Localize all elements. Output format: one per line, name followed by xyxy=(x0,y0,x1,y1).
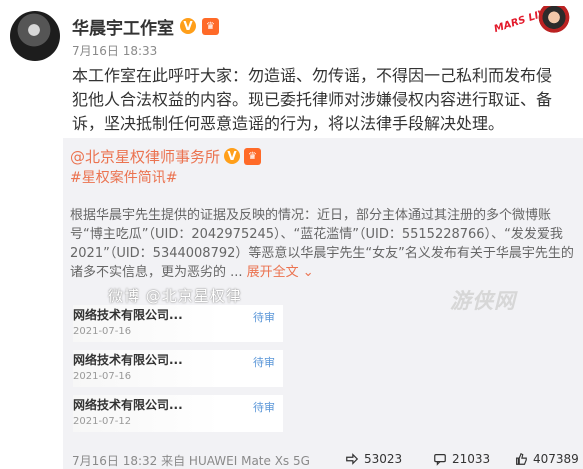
image-thumbnail-3[interactable]: 网络技术有限公司... 2021-07-12 待审 xyxy=(73,395,283,432)
repost-text: 根据华晨宇先生提供的证据及反映的情况：近日，部分主体通过其注册的多个微博账号“博… xyxy=(70,206,582,282)
forward-button[interactable]: 53023 xyxy=(345,452,402,466)
member-badge-icon: ♛ xyxy=(202,17,219,35)
weibo-watermark: 微博 @北京星权律 xyxy=(108,287,242,305)
comment-button[interactable]: 21033 xyxy=(433,452,490,466)
repost-body-text: 根据华晨宇先生提供的证据及反映的情况：近日，部分主体通过其注册的多个微博账号“博… xyxy=(70,208,574,280)
corner-logo: MARS LIVE xyxy=(493,6,573,48)
author-avatar[interactable] xyxy=(10,11,60,61)
post-time[interactable]: 7月16日 18:33 xyxy=(72,42,157,59)
verified-icon: V xyxy=(180,18,196,34)
author-name[interactable]: 华晨宇工作室 xyxy=(72,14,174,39)
like-button[interactable]: 407389 xyxy=(514,452,579,466)
thumbnail-date: 2021-07-12 xyxy=(73,416,132,427)
verified-icon: V xyxy=(224,148,241,164)
thumbnail-title: 网络技术有限公司... xyxy=(73,308,183,322)
repost-author-row: @北京星权律师事务所 V ♛ xyxy=(70,144,262,168)
image-thumbnail-2[interactable]: 网络技术有限公司... 2021-07-16 待审 xyxy=(73,350,283,387)
member-badge-icon: ♛ xyxy=(244,147,262,165)
thumbnail-title: 网络技术有限公司... xyxy=(73,353,183,367)
thumbnail-title: 网络技术有限公司... xyxy=(73,398,183,412)
thumbnail-status: 待审 xyxy=(253,311,275,324)
post-content: 本工作室在此呼吁大家：勿造谣、勿传谣，不得因一己私利而发布侵犯他人合法权益的内容… xyxy=(72,66,553,133)
portrait-illustration xyxy=(537,6,571,44)
forward-count: 53023 xyxy=(364,452,403,466)
thumbs-up-icon xyxy=(516,452,527,465)
thumbnail-status: 待审 xyxy=(253,356,275,369)
like-count: 407389 xyxy=(533,452,579,466)
post-meta: 7月16日 18:32 来自 HUAWEI Mate Xs 5G xyxy=(72,454,310,468)
image-thumbnail-1[interactable]: 网络技术有限公司... 2021-07-16 待审 xyxy=(73,305,283,342)
thumbnail-date: 2021-07-16 xyxy=(73,371,132,382)
weibo-post: 华晨宇工作室 V ♛ 7月16日 18:33 MARS LIVE 本工作室在此呼… xyxy=(0,0,583,469)
repost-author-name[interactable]: @北京星权律师事务所 xyxy=(70,146,220,167)
comment-count: 21033 xyxy=(452,452,491,466)
comment-icon xyxy=(434,454,446,466)
site-watermark: 游侠网 xyxy=(450,289,516,313)
forward-icon xyxy=(346,453,359,465)
author-row: 华晨宇工作室 V ♛ xyxy=(72,14,219,39)
thumbnail-status: 待审 xyxy=(253,401,275,414)
thumbnail-date: 2021-07-16 xyxy=(73,326,132,337)
hashtag-link[interactable]: #星权案件简讯# xyxy=(70,167,177,187)
expand-full-text-link[interactable]: 展开全文 ⌄ xyxy=(247,265,314,280)
